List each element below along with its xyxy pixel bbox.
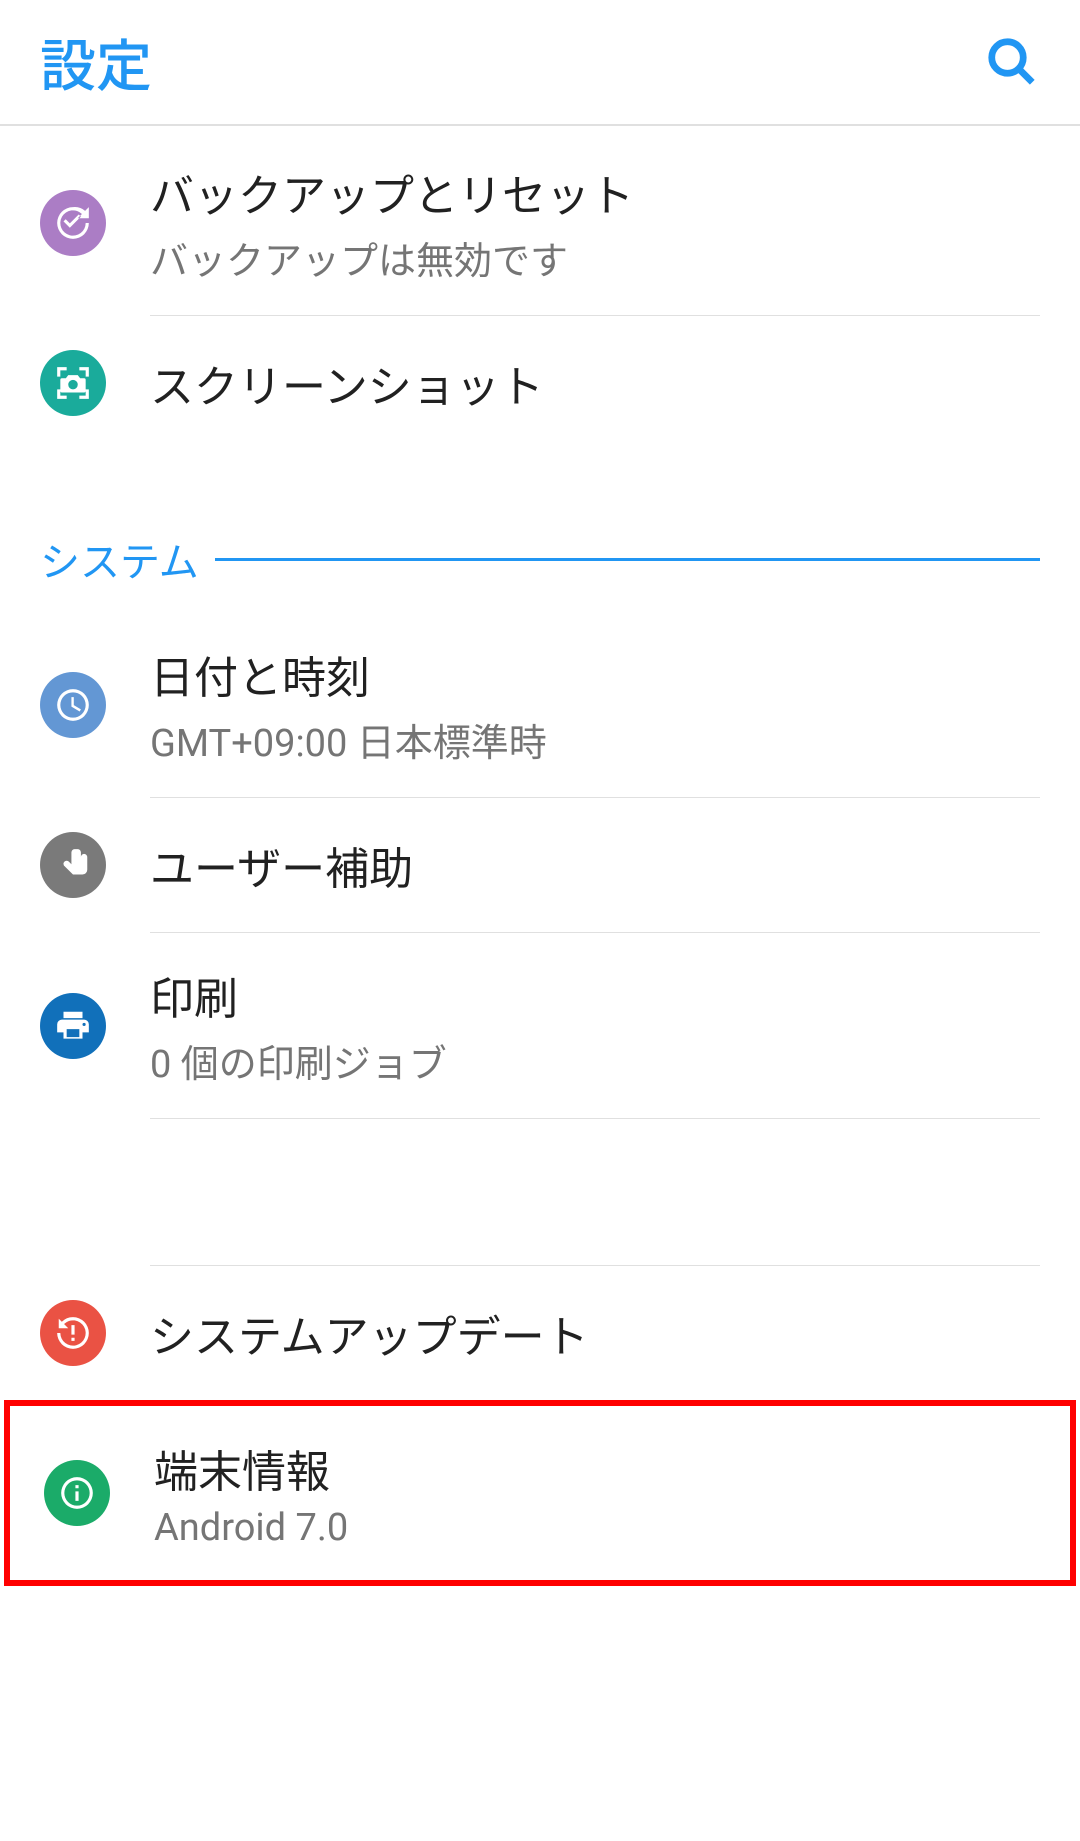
item-text: バックアップとリセット バックアップは無効です — [150, 160, 1040, 285]
section-title: システム — [40, 530, 215, 588]
info-icon — [44, 1460, 110, 1526]
clock-icon — [40, 672, 106, 738]
update-icon — [40, 1300, 106, 1366]
item-subtitle: バックアップは無効です — [150, 230, 1040, 285]
settings-item-screenshot[interactable]: スクリーンショット — [0, 316, 1080, 450]
search-icon — [985, 35, 1039, 89]
settings-list: バックアップとリセット バックアップは無効です スクリーンショット システム 日… — [0, 126, 1080, 1586]
item-text: スクリーンショット — [150, 351, 1040, 415]
settings-item-backup[interactable]: バックアップとリセット バックアップは無効です — [0, 130, 1080, 315]
settings-item-about[interactable]: 端末情報 Android 7.0 — [10, 1406, 1070, 1580]
item-title: 日付と時刻 — [150, 642, 1040, 706]
item-text: ユーザー補助 — [150, 833, 1040, 897]
item-title: バックアップとリセット — [150, 160, 1040, 224]
section-header-system: システム — [0, 490, 1080, 612]
print-icon — [40, 993, 106, 1059]
settings-item-update[interactable]: システムアップデート — [0, 1266, 1080, 1400]
empty-item — [150, 1118, 1040, 1266]
item-title: システムアップデート — [150, 1301, 1040, 1365]
item-text: 日付と時刻 GMT+09:00 日本標準時 — [150, 642, 1040, 767]
item-text: 印刷 0 個の印刷ジョブ — [150, 963, 1040, 1088]
page-title: 設定 — [40, 22, 152, 103]
section-line — [215, 558, 1040, 561]
item-subtitle: GMT+09:00 日本標準時 — [150, 712, 1040, 767]
item-text: システムアップデート — [150, 1301, 1040, 1365]
header: 設定 — [0, 0, 1080, 126]
item-title: ユーザー補助 — [150, 833, 1040, 897]
item-text: 端末情報 Android 7.0 — [154, 1436, 1036, 1550]
item-subtitle: 0 個の印刷ジョブ — [150, 1033, 1040, 1088]
search-button[interactable] — [984, 34, 1040, 90]
item-subtitle: Android 7.0 — [154, 1506, 1036, 1550]
screenshot-icon — [40, 350, 106, 416]
hand-icon — [40, 832, 106, 898]
highlight-annotation: 端末情報 Android 7.0 — [4, 1400, 1076, 1586]
settings-item-print[interactable]: 印刷 0 個の印刷ジョブ — [0, 933, 1080, 1118]
backup-icon — [40, 190, 106, 256]
settings-item-accessibility[interactable]: ユーザー補助 — [0, 798, 1080, 932]
settings-item-datetime[interactable]: 日付と時刻 GMT+09:00 日本標準時 — [0, 612, 1080, 797]
item-title: 端末情報 — [154, 1436, 1036, 1500]
item-title: スクリーンショット — [150, 351, 1040, 415]
item-title: 印刷 — [150, 963, 1040, 1027]
